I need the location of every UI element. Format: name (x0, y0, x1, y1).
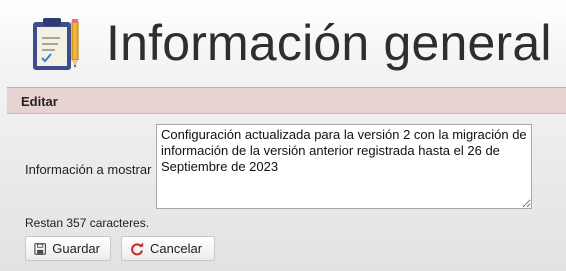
save-button[interactable]: Guardar (25, 236, 111, 261)
floppy-disk-icon (34, 242, 46, 255)
panel-title: Editar (21, 94, 58, 109)
character-counter: Restan 357 caracteres. (25, 216, 150, 230)
cancel-button[interactable]: Cancelar (121, 236, 215, 261)
save-button-label: Guardar (52, 241, 100, 256)
refresh-icon (131, 242, 144, 255)
edit-panel: Editar Información a mostrar Configuraci… (7, 87, 566, 271)
cancel-button-label: Cancelar (150, 241, 203, 256)
clipboard-pencil-icon (33, 18, 79, 70)
info-field-label: Información a mostrar (25, 162, 152, 177)
panel-header: Editar (7, 87, 566, 114)
page-header: Información general (0, 0, 566, 86)
page-title: Información general (106, 15, 552, 71)
info-textarea[interactable]: Configuración actualizada para la versió… (156, 124, 532, 209)
